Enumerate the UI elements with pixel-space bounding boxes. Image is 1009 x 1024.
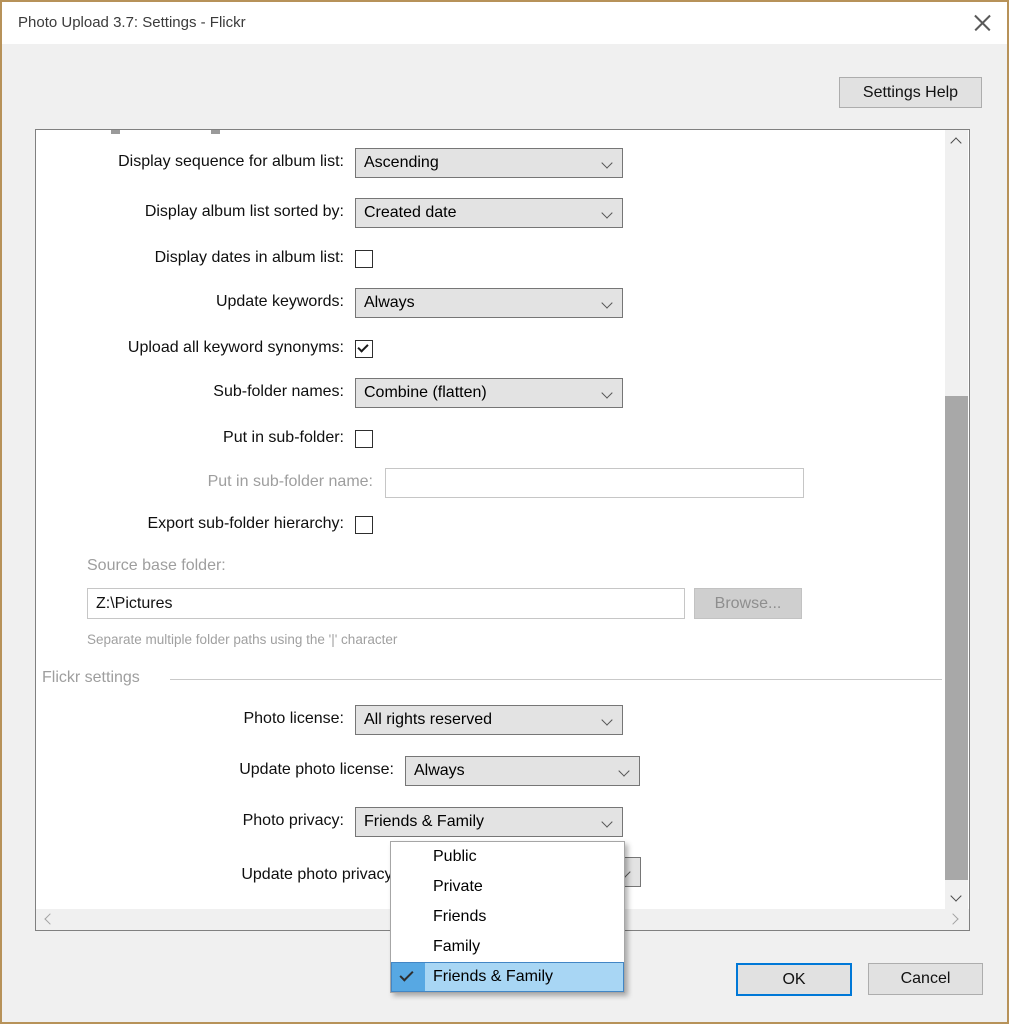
photo-license-dropdown[interactable]: All rights reserved — [355, 705, 623, 735]
selected-check-cell — [392, 963, 425, 991]
menu-item-friends[interactable]: Friends — [391, 902, 624, 932]
photo-privacy-value: Friends & Family — [364, 813, 484, 831]
ok-button[interactable]: OK — [736, 963, 852, 996]
subfolder-name-input[interactable] — [385, 468, 804, 498]
update-keywords-value: Always — [364, 294, 415, 312]
title-bar: Photo Upload 3.7: Settings - Flickr — [2, 2, 1007, 44]
menu-item-private[interactable]: Private — [391, 872, 624, 902]
menu-item-label: Friends & Family — [433, 968, 553, 985]
export-hierarchy-label: Export sub-folder hierarchy: — [36, 515, 344, 533]
update-keywords-dropdown[interactable]: Always — [355, 288, 623, 318]
scroll-left-icon[interactable] — [44, 913, 55, 924]
subfolder-names-dropdown[interactable]: Combine (flatten) — [355, 378, 623, 408]
vertical-scrollbar-thumb[interactable] — [945, 396, 968, 880]
menu-item-public[interactable]: Public — [391, 842, 624, 872]
subfolder-name-label: Put in sub-folder name: — [36, 473, 373, 491]
display-dates-checkbox[interactable] — [355, 250, 373, 268]
menu-item-family[interactable]: Family — [391, 932, 624, 962]
source-base-folder-label: Source base folder: — [87, 557, 226, 575]
photo-license-value: All rights reserved — [364, 711, 492, 729]
photo-privacy-dropdown[interactable]: Friends & Family — [355, 807, 623, 837]
chevron-down-icon — [601, 714, 612, 725]
scroll-right-icon[interactable] — [947, 913, 958, 924]
scroll-up-icon[interactable] — [950, 137, 961, 148]
subfolder-names-label: Sub-folder names: — [36, 383, 344, 401]
display-sequence-value: Ascending — [364, 154, 439, 172]
chevron-down-icon — [601, 297, 612, 308]
settings-dialog: Photo Upload 3.7: Settings - Flickr Sett… — [0, 0, 1009, 1024]
window-title: Photo Upload 3.7: Settings - Flickr — [18, 2, 246, 44]
upload-synonyms-label: Upload all keyword synonyms: — [36, 339, 344, 357]
update-photo-license-dropdown[interactable]: Always — [405, 756, 640, 786]
album-sort-value: Created date — [364, 204, 457, 222]
display-sequence-label: Display sequence for album list: — [36, 153, 344, 171]
update-keywords-label: Update keywords: — [36, 293, 344, 311]
chevron-down-icon — [601, 157, 612, 168]
chevron-down-icon — [601, 207, 612, 218]
chevron-down-icon — [618, 765, 629, 776]
put-in-subfolder-label: Put in sub-folder: — [36, 429, 344, 447]
upload-synonyms-checkbox[interactable] — [355, 340, 373, 358]
browse-button[interactable]: Browse... — [694, 588, 802, 619]
close-button[interactable] — [971, 11, 995, 35]
checkmark-icon — [357, 341, 368, 352]
checkmark-icon — [399, 967, 413, 981]
display-dates-label: Display dates in album list: — [36, 249, 344, 267]
display-sequence-dropdown[interactable]: Ascending — [355, 148, 623, 178]
settings-help-button[interactable]: Settings Help — [839, 77, 982, 108]
scroll-down-icon[interactable] — [950, 890, 961, 901]
put-in-subfolder-checkbox[interactable] — [355, 430, 373, 448]
section-divider — [170, 679, 942, 680]
chevron-down-icon — [601, 387, 612, 398]
photo-privacy-menu: Public Private Friends Family Friends & … — [390, 841, 625, 993]
cancel-button[interactable]: Cancel — [868, 963, 983, 995]
update-photo-license-value: Always — [414, 762, 465, 780]
flickr-settings-heading: Flickr settings — [42, 669, 140, 687]
source-base-folder-input[interactable] — [87, 588, 685, 619]
chevron-down-icon — [601, 816, 612, 827]
album-sort-label: Display album list sorted by: — [36, 203, 344, 221]
settings-panel: Display sequence for album list: Ascendi… — [35, 129, 970, 931]
clipped-control-fragment — [211, 130, 220, 134]
update-photo-license-label: Update photo license: — [36, 761, 394, 779]
photo-license-label: Photo license: — [36, 710, 344, 728]
clipped-control-fragment — [111, 130, 120, 134]
menu-item-friends-and-family[interactable]: Friends & Family — [391, 962, 624, 992]
subfolder-names-value: Combine (flatten) — [364, 384, 487, 402]
album-sort-dropdown[interactable]: Created date — [355, 198, 623, 228]
photo-privacy-label: Photo privacy: — [36, 812, 344, 830]
update-photo-privacy-label: Update photo privacy: — [36, 866, 397, 884]
vertical-scrollbar[interactable] — [945, 130, 968, 909]
export-hierarchy-checkbox[interactable] — [355, 516, 373, 534]
folder-paths-hint: Separate multiple folder paths using the… — [87, 632, 397, 647]
